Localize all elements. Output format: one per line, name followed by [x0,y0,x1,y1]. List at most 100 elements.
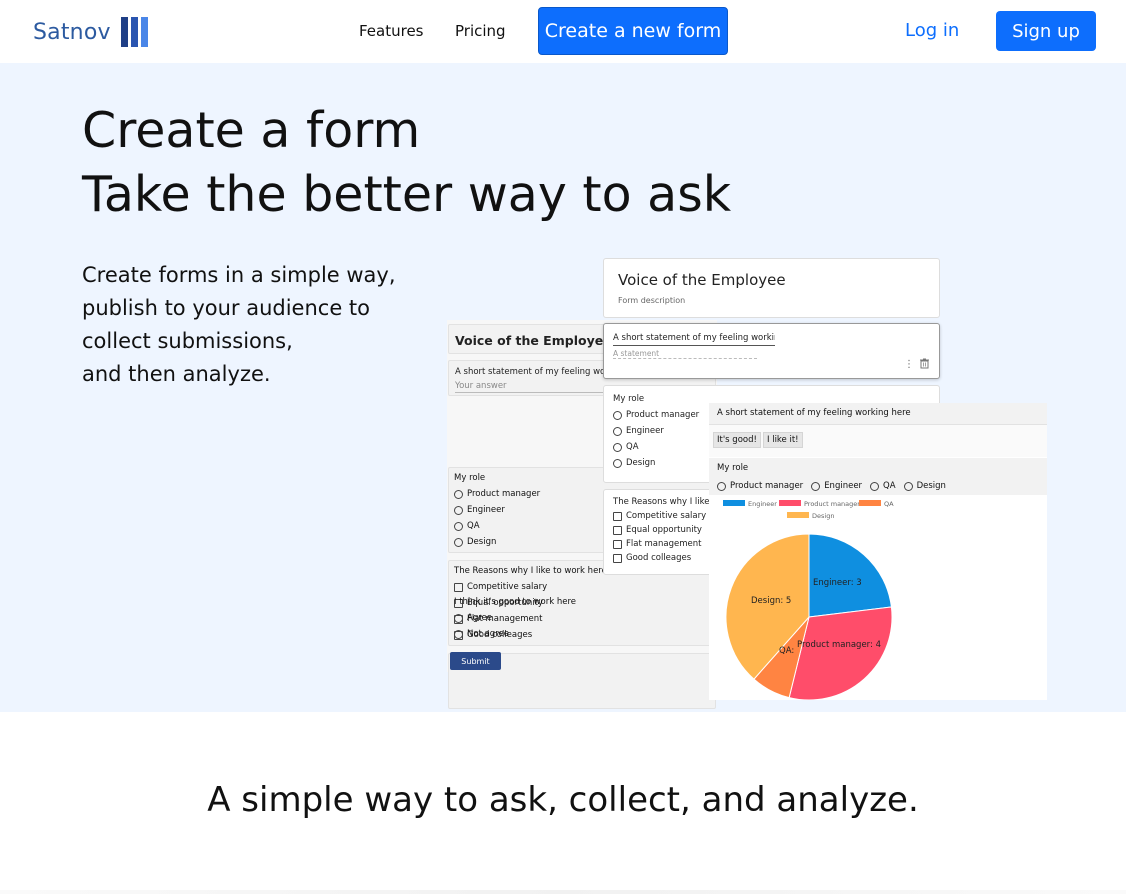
option-label: Product manager [730,481,804,491]
option-label: Not agree [467,629,509,639]
pie-slice-engineer[interactable] [808,533,892,618]
checkbox-option[interactable]: Competitive salary [454,579,547,595]
option-label: Good colleages [626,553,692,563]
pie-data-label: Engineer: 3 [813,578,862,588]
pie-data-label: Design: 5 [751,596,791,606]
checkbox-option[interactable]: Competitive salary [613,509,706,523]
radio-icon[interactable] [613,410,622,420]
preview-submit-button[interactable]: Submit [450,652,501,670]
editor-q1-card[interactable]: A short statement of my feeling working … [603,323,940,379]
editor-q1-placeholder[interactable]: A statement [613,349,757,359]
trash-icon[interactable] [919,358,930,372]
hero-desc-line: collect submissions, [82,329,293,353]
radio-option[interactable]: QA [613,439,699,455]
more-options-icon[interactable]: ⋮ [904,359,914,370]
legend-swatch [859,500,881,506]
radio-icon[interactable] [613,458,622,468]
option-label: QA [467,521,480,531]
hero-description: Create forms in a simple way, publish to… [82,259,442,391]
tagline-heading: A simple way to ask, collect, and analyz… [207,780,919,820]
option-label: Flat management [626,539,702,549]
create-form-button[interactable]: Create a new form [538,7,728,55]
checkbox-icon[interactable] [613,525,622,535]
option-label: Equal opportunity [626,525,702,535]
preview-q2-label: My role [454,473,486,483]
results-q1-header: A short statement of my feeling working … [709,403,1047,425]
role-pie-chart: Engineer Product manager QA Design Engineer:… [723,500,894,700]
radio-option[interactable]: Design [454,534,540,550]
radio-option[interactable]: Engineer [454,502,540,518]
results-radio-option[interactable]: Product manager [717,478,803,494]
answer-chip: I like it! [763,432,803,448]
radio-icon[interactable] [811,481,821,491]
radio-option[interactable]: Agree [454,610,509,626]
option-label: Design [467,537,497,547]
hero-title: Create a form Take the better way to ask [82,99,731,227]
radio-icon[interactable] [454,629,463,639]
legend-label: Product manager [804,500,860,508]
legend-label: QA [884,500,894,508]
results-q2-options: Product manager Engineer QA Design [717,478,946,494]
editor-form-description[interactable]: Form description [618,296,685,305]
brand-name: Satnov [33,19,111,45]
editor-q2-options: Product manager Engineer QA Design [613,407,699,471]
checkbox-icon[interactable] [613,553,622,563]
results-radio-option[interactable]: Design [903,478,946,494]
preview-q4-label: I think it's good to work here [454,597,577,607]
radio-icon[interactable] [613,442,622,452]
radio-icon[interactable] [454,489,463,499]
option-label: Design [916,481,946,491]
radio-icon[interactable] [454,521,463,531]
radio-option[interactable]: Product manager [454,486,540,502]
section-divider [0,890,1126,894]
hero-title-line1: Create a form [82,102,421,159]
editor-title-card: Voice of the Employee Form description [603,258,940,318]
nav-features-link[interactable]: Features [359,22,424,40]
editor-form-title[interactable]: Voice of the Employee [618,271,786,289]
radio-option[interactable]: QA [454,518,540,534]
results-radio-option[interactable]: Engineer [811,478,862,494]
books-logo-icon [120,17,148,47]
editor-q3-options: Competitive salary Equal opportunity Flat … [613,509,706,565]
radio-icon[interactable] [454,537,463,547]
nav-pricing-link[interactable]: Pricing [455,22,506,40]
results-answers-row: It's good! I like it! [709,425,1047,457]
checkbox-option[interactable]: Flat management [613,537,706,551]
radio-option[interactable]: Engineer [613,423,699,439]
hero-desc-line: publish to your audience to [82,296,371,320]
legend-swatch [723,500,745,506]
option-label: QA [883,481,896,491]
answer-chip: It's good! [713,432,761,448]
checkbox-icon[interactable] [454,582,463,592]
editor-q1-label[interactable]: A short statement of my feeling working … [613,333,775,346]
checkbox-option[interactable]: Good colleages [613,551,706,565]
hero-title-line2: Take the better way to ask [82,166,732,223]
checkbox-icon[interactable] [613,511,622,521]
radio-icon[interactable] [454,505,463,515]
signup-button[interactable]: Sign up [996,11,1096,51]
preview-q3-label: The Reasons why I like to work here [454,566,607,576]
preview-q1-input[interactable]: Your answer [455,381,605,393]
editor-q2-label[interactable]: My role [613,394,644,404]
radio-icon[interactable] [903,481,913,491]
radio-option[interactable]: Design [613,455,699,471]
checkbox-option[interactable]: Equal opportunity [613,523,706,537]
radio-icon[interactable] [454,613,463,623]
preview-q1-label: A short statement of my feeling working … [455,367,605,377]
checkbox-icon[interactable] [613,539,622,549]
preview-form-title: Voice of the Employee [455,333,612,348]
option-label: Engineer [467,505,505,515]
login-link[interactable]: Log in [905,20,959,41]
radio-icon[interactable] [870,481,880,491]
pie-data-label: QA: [779,646,794,656]
results-radio-option[interactable]: QA [870,478,896,494]
option-label: Engineer [824,481,863,491]
radio-option[interactable]: Product manager [613,407,699,423]
radio-option[interactable]: Not agree [454,626,509,642]
results-q2-header: My role Product manager Engineer QA Design [709,458,1047,495]
radio-icon[interactable] [717,481,726,491]
radio-icon[interactable] [613,426,622,436]
option-label: Agree [467,613,492,623]
option-label: Competitive salary [626,511,707,521]
brand-logo-link[interactable]: Satnov [33,17,148,47]
